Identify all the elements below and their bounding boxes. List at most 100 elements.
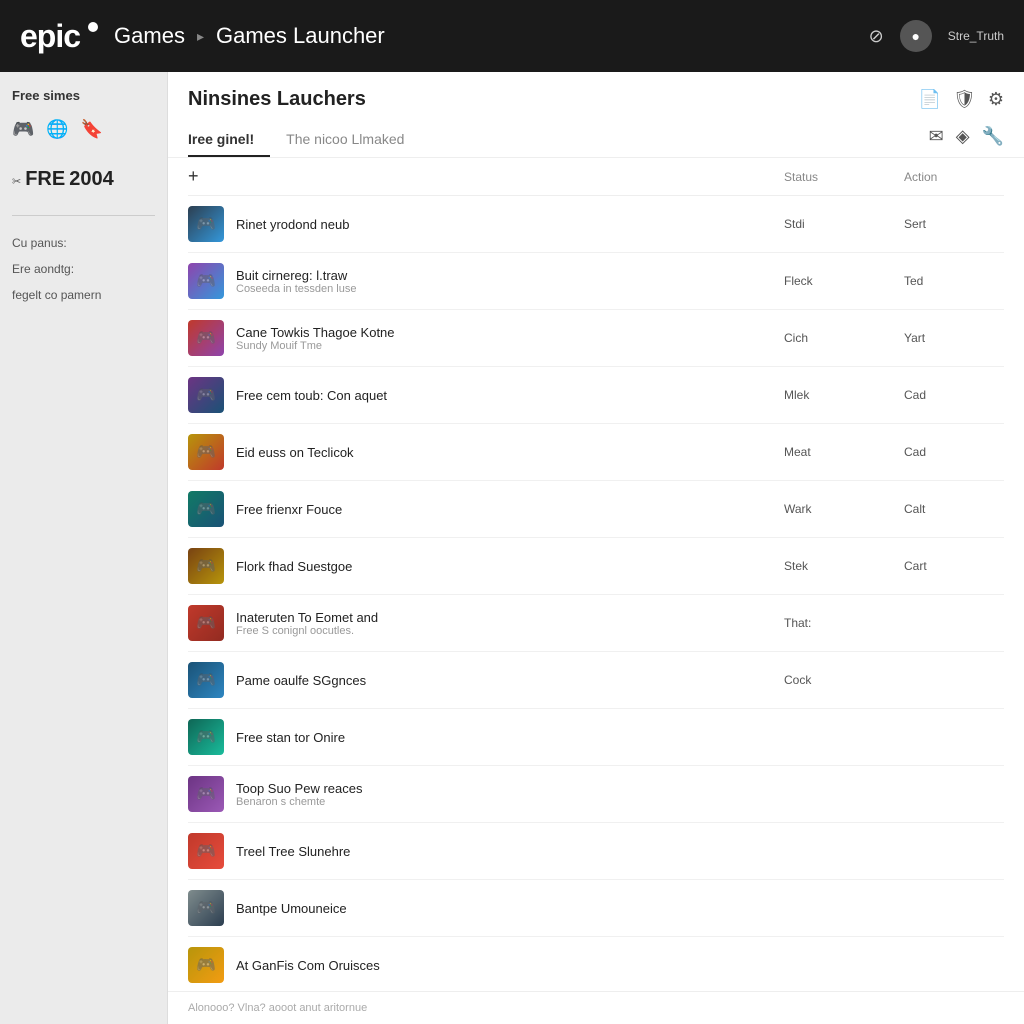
sidebar-icons: 🎮 🌐 🔖 — [12, 119, 155, 140]
game-status: Stek — [784, 559, 904, 573]
game-row[interactable]: 🎮 At GanFis Com Oruisces — [188, 937, 1004, 991]
game-name: Pame oaulfe SGgnces — [236, 673, 784, 688]
header-shield-icon[interactable]: 🛡 — [953, 89, 976, 110]
topbar-right: ⊘ ● Stre_Truth — [869, 20, 1004, 52]
game-info: At GanFis Com Oruisces — [236, 958, 784, 973]
game-action: Calt — [904, 502, 1004, 516]
game-row[interactable]: 🎮 Free stan tor Onire — [188, 709, 1004, 766]
header-settings-icon[interactable]: ⚙ — [988, 89, 1004, 110]
games-list: + Status Action 🎮 Rinet yrodond neub Std… — [168, 158, 1024, 991]
game-name: Free cem toub: Con aquet — [236, 388, 784, 403]
col-header-action: Action — [904, 170, 1004, 184]
game-info: Pame oaulfe SGgnces — [236, 673, 784, 688]
tab-mail-icon[interactable]: ✉ — [929, 126, 944, 147]
game-status: Stdi — [784, 217, 904, 231]
header-doc-icon[interactable]: 📄 — [919, 89, 941, 110]
game-thumb: 🎮 — [188, 833, 224, 869]
game-status: Cock — [784, 673, 904, 687]
tab-tool-icon[interactable]: 🔧 — [982, 126, 1004, 147]
game-info: Bantpe Umouneice — [236, 901, 784, 916]
topbar-arrow: ▸ — [197, 28, 204, 45]
game-subtitle: Coseeda in tessden luse — [236, 283, 784, 295]
game-thumb: 🎮 — [188, 548, 224, 584]
game-name: Free frienxr Fouce — [236, 502, 784, 517]
sidebar-section-1: Cu panus: — [12, 236, 155, 250]
game-row[interactable]: 🎮 Free cem toub: Con aquet Mlek Cad — [188, 367, 1004, 424]
content-header-icons: 📄 🛡 ⚙ — [919, 89, 1004, 110]
game-status: That: — [784, 616, 904, 630]
game-status: Cich — [784, 331, 904, 345]
game-row[interactable]: 🎮 Rinet yrodond neub Stdi Sert — [188, 196, 1004, 253]
game-info: Toop Suo Pew reaces Benaron s chemte — [236, 781, 784, 808]
epic-dot — [88, 22, 98, 32]
game-row[interactable]: 🎮 Buit cirnereg: l.traw Coseeda in tessd… — [188, 253, 1004, 310]
game-row[interactable]: 🎮 Inateruten To Eomet and Free S conignl… — [188, 595, 1004, 652]
game-thumb: 🎮 — [188, 491, 224, 527]
sidebar-icon-1[interactable]: 🎮 — [12, 119, 34, 140]
games-list-header: + Status Action — [188, 158, 1004, 196]
game-thumb: 🎮 — [188, 605, 224, 641]
epic-brand-text: epic — [20, 18, 80, 55]
sidebar-icon-3[interactable]: 🔖 — [81, 119, 103, 140]
content-header-top: Ninsines Lauchers 📄 🛡 ⚙ — [188, 88, 1004, 111]
game-row[interactable]: 🎮 Treel Tree Slunehre — [188, 823, 1004, 880]
topbar-close-icon[interactable]: ⊘ — [869, 26, 884, 47]
add-game-button[interactable]: + — [188, 166, 199, 187]
game-name: Free stan tor Onire — [236, 730, 784, 745]
content-header: Ninsines Lauchers 📄 🛡 ⚙ Iree ginel! The … — [168, 72, 1024, 158]
game-row[interactable]: 🎮 Eid euss on Teclicok Meat Cad — [188, 424, 1004, 481]
game-info: Rinet yrodond neub — [236, 217, 784, 232]
sidebar-free-section: ✂ FRE 2004 — [12, 160, 155, 195]
sidebar-free-label: FRE — [25, 168, 65, 191]
game-name: Inateruten To Eomet and — [236, 610, 784, 625]
game-status: Wark — [784, 502, 904, 516]
game-action: Yart — [904, 331, 1004, 345]
game-status: Mlek — [784, 388, 904, 402]
game-name: Flork fhad Suestgoe — [236, 559, 784, 574]
game-row[interactable]: 🎮 Pame oaulfe SGgnces Cock — [188, 652, 1004, 709]
game-row[interactable]: 🎮 Free frienxr Fouce Wark Calt — [188, 481, 1004, 538]
sidebar: Free simes 🎮 🌐 🔖 ✂ FRE 2004 Cu panus: Er… — [0, 72, 168, 1024]
game-status: Meat — [784, 445, 904, 459]
footer-text: Alonooo? Vlna? aooot anut aritornue — [168, 991, 1024, 1024]
game-thumb: 🎮 — [188, 377, 224, 413]
game-row[interactable]: 🎮 Toop Suo Pew reaces Benaron s chemte — [188, 766, 1004, 823]
game-action: Cad — [904, 445, 1004, 459]
game-action: Ted — [904, 274, 1004, 288]
game-thumb: 🎮 — [188, 662, 224, 698]
content-area: Ninsines Lauchers 📄 🛡 ⚙ Iree ginel! The … — [168, 72, 1024, 1024]
topbar-username: Stre_Truth — [948, 29, 1004, 43]
epic-logo[interactable]: epic Games ▸ Games Launcher — [20, 18, 385, 55]
topbar-launcher-label: Games Launcher — [216, 23, 385, 49]
game-action: Cart — [904, 559, 1004, 573]
game-name: Eid euss on Teclicok — [236, 445, 784, 460]
top-bar: epic Games ▸ Games Launcher ⊘ ● Stre_Tru… — [0, 0, 1024, 72]
game-info: Inateruten To Eomet and Free S conignl o… — [236, 610, 784, 637]
sidebar-section-3: fegelt co pamern — [12, 288, 155, 302]
game-thumb: 🎮 — [188, 206, 224, 242]
tab-filter-icon[interactable]: ◈ — [956, 126, 970, 147]
game-name: Toop Suo Pew reaces — [236, 781, 784, 796]
main-layout: Free simes 🎮 🌐 🔖 ✂ FRE 2004 Cu panus: Er… — [0, 72, 1024, 1024]
game-thumb: 🎮 — [188, 947, 224, 983]
game-name: Rinet yrodond neub — [236, 217, 784, 232]
topbar-avatar[interactable]: ● — [900, 20, 932, 52]
game-row[interactable]: 🎮 Cane Towkis Thagoe Kotne Sundy Mouif T… — [188, 310, 1004, 367]
sidebar-section-2: Ere aondtg: — [12, 262, 155, 276]
game-name: Bantpe Umouneice — [236, 901, 784, 916]
tab-actions: ✉ ◈ 🔧 — [929, 126, 1004, 155]
game-info: Free frienxr Fouce — [236, 502, 784, 517]
sidebar-icon-2[interactable]: 🌐 — [46, 119, 68, 140]
game-thumb: 🎮 — [188, 719, 224, 755]
game-action: Sert — [904, 217, 1004, 231]
games-container: 🎮 Rinet yrodond neub Stdi Sert 🎮 Buit ci… — [188, 196, 1004, 991]
game-row[interactable]: 🎮 Flork fhad Suestgoe Stek Cart — [188, 538, 1004, 595]
tab-secondary[interactable]: The nicoo Llmaked — [286, 123, 420, 157]
tab-free-games[interactable]: Iree ginel! — [188, 123, 270, 157]
col-header-status: Status — [784, 170, 904, 184]
game-info: Free cem toub: Con aquet — [236, 388, 784, 403]
game-row[interactable]: 🎮 Bantpe Umouneice — [188, 880, 1004, 937]
sidebar-year: 2004 — [69, 168, 114, 191]
game-status: Fleck — [784, 274, 904, 288]
game-thumb: 🎮 — [188, 434, 224, 470]
